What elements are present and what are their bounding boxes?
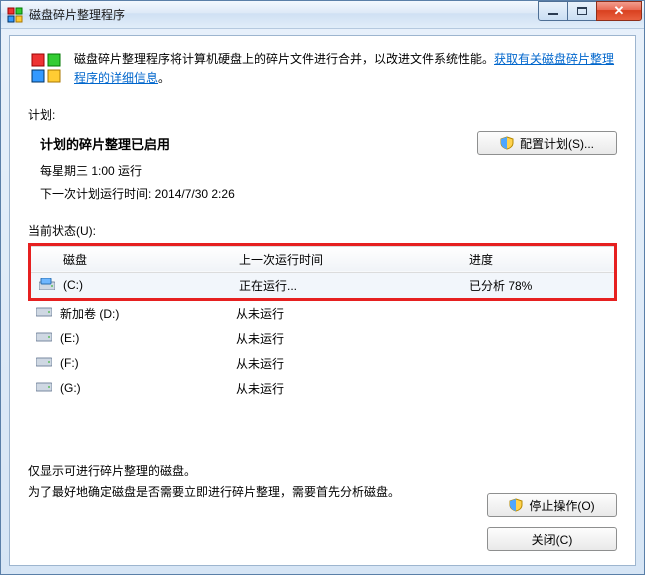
minimize-button[interactable]	[538, 1, 568, 21]
stop-button-label: 停止操作(O)	[529, 497, 594, 514]
intro-after: 。	[158, 71, 170, 85]
note-line-1: 仅显示可进行碎片整理的磁盘。	[28, 461, 617, 483]
col-disk[interactable]: 磁盘	[55, 246, 231, 272]
status-section-label: 当前状态(U):	[28, 222, 617, 239]
window-title: 磁盘碎片整理程序	[29, 6, 539, 23]
intro-text: 磁盘碎片整理程序将计算机硬盘上的碎片文件进行合并，以改进文件系统性能。获取有关磁…	[74, 50, 617, 88]
disk-last-run: 正在运行...	[231, 272, 461, 298]
disk-last-run: 从未运行	[228, 326, 458, 351]
table-row[interactable]: 新加卷 (D:)从未运行	[28, 301, 617, 326]
disk-list: 磁盘上一次运行时间进度(C:)正在运行...已分析 78%新加卷 (D:)从未运…	[28, 243, 617, 401]
plan-next-run: 下一次计划运行时间: 2014/7/30 2:26	[40, 183, 477, 206]
close-window-button[interactable]: ✕	[596, 1, 642, 21]
disk-progress: 已分析 78%	[461, 272, 614, 298]
configure-schedule-label: 配置计划(S)...	[520, 135, 594, 152]
table-row[interactable]: (G:)从未运行	[28, 376, 617, 401]
disk-name: (F:)	[52, 351, 228, 376]
plan-section-label: 计划:	[28, 106, 617, 123]
defrag-large-icon	[28, 50, 64, 86]
disk-name: (E:)	[52, 326, 228, 351]
plan-schedule: 每星期三 1:00 运行	[40, 160, 477, 183]
configure-schedule-button[interactable]: 配置计划(S)...	[477, 131, 617, 155]
disk-name: (G:)	[52, 376, 228, 401]
table-row[interactable]: (F:)从未运行	[28, 351, 617, 376]
stop-button[interactable]: 停止操作(O)	[487, 493, 617, 517]
col-last-run[interactable]: 上一次运行时间	[231, 246, 461, 272]
window-controls: ✕	[539, 1, 642, 21]
shield-icon	[509, 498, 523, 512]
drive-icon	[28, 326, 52, 351]
footer-buttons: 停止操作(O) 关闭(C)	[487, 493, 617, 551]
disk-name: (C:)	[55, 272, 231, 298]
disk-table-highlight: 磁盘上一次运行时间进度(C:)正在运行...已分析 78%	[31, 246, 614, 298]
drive-icon	[28, 301, 52, 326]
disk-last-run: 从未运行	[228, 376, 458, 401]
disk-last-run: 从未运行	[228, 351, 458, 376]
intro-row: 磁盘碎片整理程序将计算机硬盘上的碎片文件进行合并，以改进文件系统性能。获取有关磁…	[28, 50, 617, 88]
col-progress[interactable]: 进度	[461, 246, 614, 272]
plan-heading: 计划的碎片整理已启用	[40, 133, 477, 158]
shield-icon	[500, 136, 514, 150]
intro-plain: 磁盘碎片整理程序将计算机硬盘上的碎片文件进行合并，以改进文件系统性能。	[74, 52, 494, 66]
status-section-text: 当前状态(U):	[28, 224, 96, 238]
disk-progress	[458, 301, 617, 326]
close-dialog-button[interactable]: 关闭(C)	[487, 527, 617, 551]
disk-progress	[458, 376, 617, 401]
plan-row: 计划的碎片整理已启用 每星期三 1:00 运行 下一次计划运行时间: 2014/…	[28, 131, 617, 205]
drive-icon	[28, 351, 52, 376]
plan-text: 计划的碎片整理已启用 每星期三 1:00 运行 下一次计划运行时间: 2014/…	[28, 131, 477, 205]
disk-progress	[458, 326, 617, 351]
maximize-button[interactable]	[567, 1, 597, 21]
disk-defrag-window: 磁盘碎片整理程序 ✕ 磁盘碎片整理程序将计算机硬盘上的碎片文件进行合并，以改进	[0, 0, 645, 575]
disk-last-run: 从未运行	[228, 301, 458, 326]
disk-table-rest: 新加卷 (D:)从未运行(E:)从未运行(F:)从未运行(G:)从未运行	[28, 301, 617, 401]
disk-name: 新加卷 (D:)	[52, 301, 228, 326]
close-dialog-label: 关闭(C)	[532, 531, 573, 548]
titlebar[interactable]: 磁盘碎片整理程序 ✕	[1, 1, 644, 29]
disk-progress	[458, 351, 617, 376]
drive-icon	[28, 376, 52, 401]
table-row[interactable]: (E:)从未运行	[28, 326, 617, 351]
client-area: 磁盘碎片整理程序将计算机硬盘上的碎片文件进行合并，以改进文件系统性能。获取有关磁…	[9, 35, 636, 566]
defrag-app-icon	[7, 7, 23, 23]
table-row[interactable]: (C:)正在运行...已分析 78%	[31, 272, 614, 298]
highlight-box: 磁盘上一次运行时间进度(C:)正在运行...已分析 78%	[28, 243, 617, 301]
drive-icon	[31, 272, 55, 298]
